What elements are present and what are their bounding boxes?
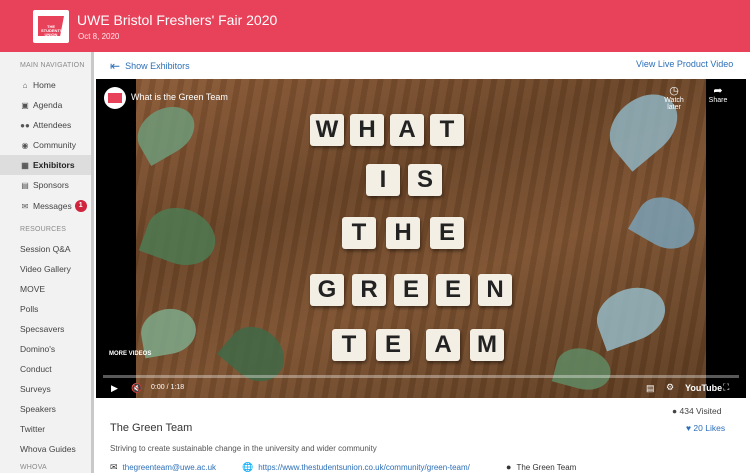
sidebar-item-label: Community <box>33 140 76 150</box>
fullscreen-icon[interactable]: ⛶ <box>723 382 729 393</box>
letter-tile: R <box>352 274 386 306</box>
visited-count: ● 434 Visited <box>672 406 722 416</box>
chat-icon: ◉ <box>21 140 29 150</box>
likes-button[interactable]: ♥ 20 Likes <box>686 423 725 433</box>
sidebar-item-community[interactable]: ◉ Community <box>0 135 91 155</box>
sidebar-item-conduct[interactable]: Conduct <box>0 359 91 379</box>
app-header: THE STUDENTS' UNION UWE Bristol Freshers… <box>0 0 750 52</box>
sidebar-item-label: Messages <box>33 201 72 211</box>
sidebar-item-dominos[interactable]: Domino's <box>0 339 91 359</box>
building-icon: ▦ <box>21 160 29 170</box>
sidebar-item-whova-guides[interactable]: Whova Guides <box>0 439 91 459</box>
play-icon[interactable]: ▶ <box>111 383 118 394</box>
sidebar-item-speakers[interactable]: Speakers <box>0 399 91 419</box>
letter-tile: H <box>350 114 384 146</box>
sidebar-item-label: Sponsors <box>33 180 69 190</box>
sidebar-item-move[interactable]: MOVE <box>0 279 91 299</box>
letter-tile: M <box>470 329 504 361</box>
video-title[interactable]: What is the Green Team <box>131 92 228 102</box>
letter-tile: G <box>310 274 344 306</box>
sidebar-heading-resources: RESOURCES <box>20 226 67 233</box>
event-date: Oct 8, 2020 <box>78 32 120 41</box>
sidebar-item-attendees[interactable]: ●● Attendees <box>0 115 91 135</box>
watch-later-button[interactable]: ◷ Watch later <box>657 84 691 111</box>
sidebar-item-specsavers[interactable]: Specsavers <box>0 319 91 339</box>
sidebar-item-messages[interactable]: ✉ Messages 1 <box>0 196 91 216</box>
contact-email[interactable]: ✉ thegreenteam@uwe.ac.uk <box>110 462 216 473</box>
letter-tile: E <box>394 274 428 306</box>
sidebar-item-surveys[interactable]: Surveys <box>0 379 91 399</box>
letter-tile: A <box>426 329 460 361</box>
users-icon: ●● <box>20 120 30 130</box>
sidebar-item-label: Exhibitors <box>33 160 75 170</box>
user-check-icon: ● <box>672 406 678 416</box>
mute-icon[interactable]: 🔇 <box>131 383 142 394</box>
letter-tile: I <box>366 164 400 196</box>
heart-icon: ♥ <box>686 423 692 433</box>
sidebar-item-twitter[interactable]: Twitter <box>0 419 91 439</box>
user-icon: ● <box>506 462 512 472</box>
video-thumbnail: W H A T I S T H E G R E E N T E A M <box>128 79 706 398</box>
envelope-icon: ✉ <box>21 201 29 211</box>
sidebar-heading-main: MAIN NAVIGATION <box>20 62 85 69</box>
video-progress-bar[interactable] <box>103 375 739 378</box>
sidebar-item-label: Agenda <box>33 100 63 110</box>
home-icon: ⌂ <box>22 80 28 90</box>
logo-flag-icon: THE STUDENTS' UNION <box>38 16 64 36</box>
view-live-video-link[interactable]: View Live Product Video <box>636 59 733 69</box>
letter-tile: N <box>478 274 512 306</box>
letter-tile: E <box>430 217 464 249</box>
sidebar-item-video-gallery[interactable]: Video Gallery <box>0 259 91 279</box>
clock-icon: ◷ <box>669 85 679 97</box>
more-videos-button[interactable]: MORE VIDEOS <box>109 351 151 357</box>
sidebar-item-agenda[interactable]: ▣ Agenda <box>0 95 91 115</box>
subtitles-icon[interactable]: ▤ <box>646 383 655 394</box>
show-exhibitors-link[interactable]: ⇤ Show Exhibitors <box>110 59 190 73</box>
video-time: 0:00 / 1:18 <box>151 384 185 391</box>
sidebar-item-sponsors[interactable]: ▤ Sponsors <box>0 175 91 195</box>
letter-tile: S <box>408 164 442 196</box>
letter-tile: H <box>386 217 420 249</box>
unread-badge: 1 <box>74 200 87 212</box>
letter-tile: T <box>342 217 376 249</box>
letter-tile: T <box>332 329 366 361</box>
settings-gear-icon[interactable]: ⚙ <box>666 382 674 393</box>
letter-tile: E <box>376 329 410 361</box>
channel-logo[interactable] <box>104 87 126 109</box>
contact-person: ● The Green Team <box>506 462 577 472</box>
expand-arrow-icon: ⇤ <box>110 59 121 73</box>
sidebar-heading-whova: WHOVA <box>20 464 47 471</box>
envelope-icon: ✉ <box>110 462 118 472</box>
sidebar-item-exhibitors[interactable]: ▦ Exhibitors <box>0 155 91 175</box>
logo-flag-icon <box>108 93 122 103</box>
youtube-logo[interactable]: YouTube <box>685 383 722 393</box>
globe-icon: 🌐 <box>242 462 254 472</box>
sidebar-item-session-qa[interactable]: Session Q&A <box>0 239 91 259</box>
letter-tile: E <box>436 274 470 306</box>
letter-tile: A <box>390 114 424 146</box>
sidebar-scrollbar[interactable] <box>91 52 94 473</box>
calendar-icon: ▣ <box>21 100 29 110</box>
exhibitor-description: Striving to create sustainable change in… <box>110 444 377 453</box>
event-title: UWE Bristol Freshers' Fair 2020 <box>77 12 278 28</box>
sidebar-item-label: Attendees <box>33 120 72 130</box>
letter-tile: T <box>430 114 464 146</box>
sidebar-item-polls[interactable]: Polls <box>0 299 91 319</box>
video-player[interactable]: W H A T I S T H E G R E E N T E A M <box>96 79 746 398</box>
share-arrow-icon: ➦ <box>713 85 723 97</box>
sidebar-item-home[interactable]: ⌂ Home <box>0 75 91 95</box>
event-logo[interactable]: THE STUDENTS' UNION <box>33 10 69 43</box>
share-button[interactable]: ➦ Share <box>706 84 730 104</box>
letter-tile: W <box>310 114 344 146</box>
sponsor-icon: ▤ <box>21 180 29 190</box>
exhibitor-name: The Green Team <box>110 422 193 434</box>
sidebar-item-label: Home <box>33 80 56 90</box>
contact-website[interactable]: 🌐 https://www.thestudentsunion.co.uk/com… <box>242 462 470 473</box>
